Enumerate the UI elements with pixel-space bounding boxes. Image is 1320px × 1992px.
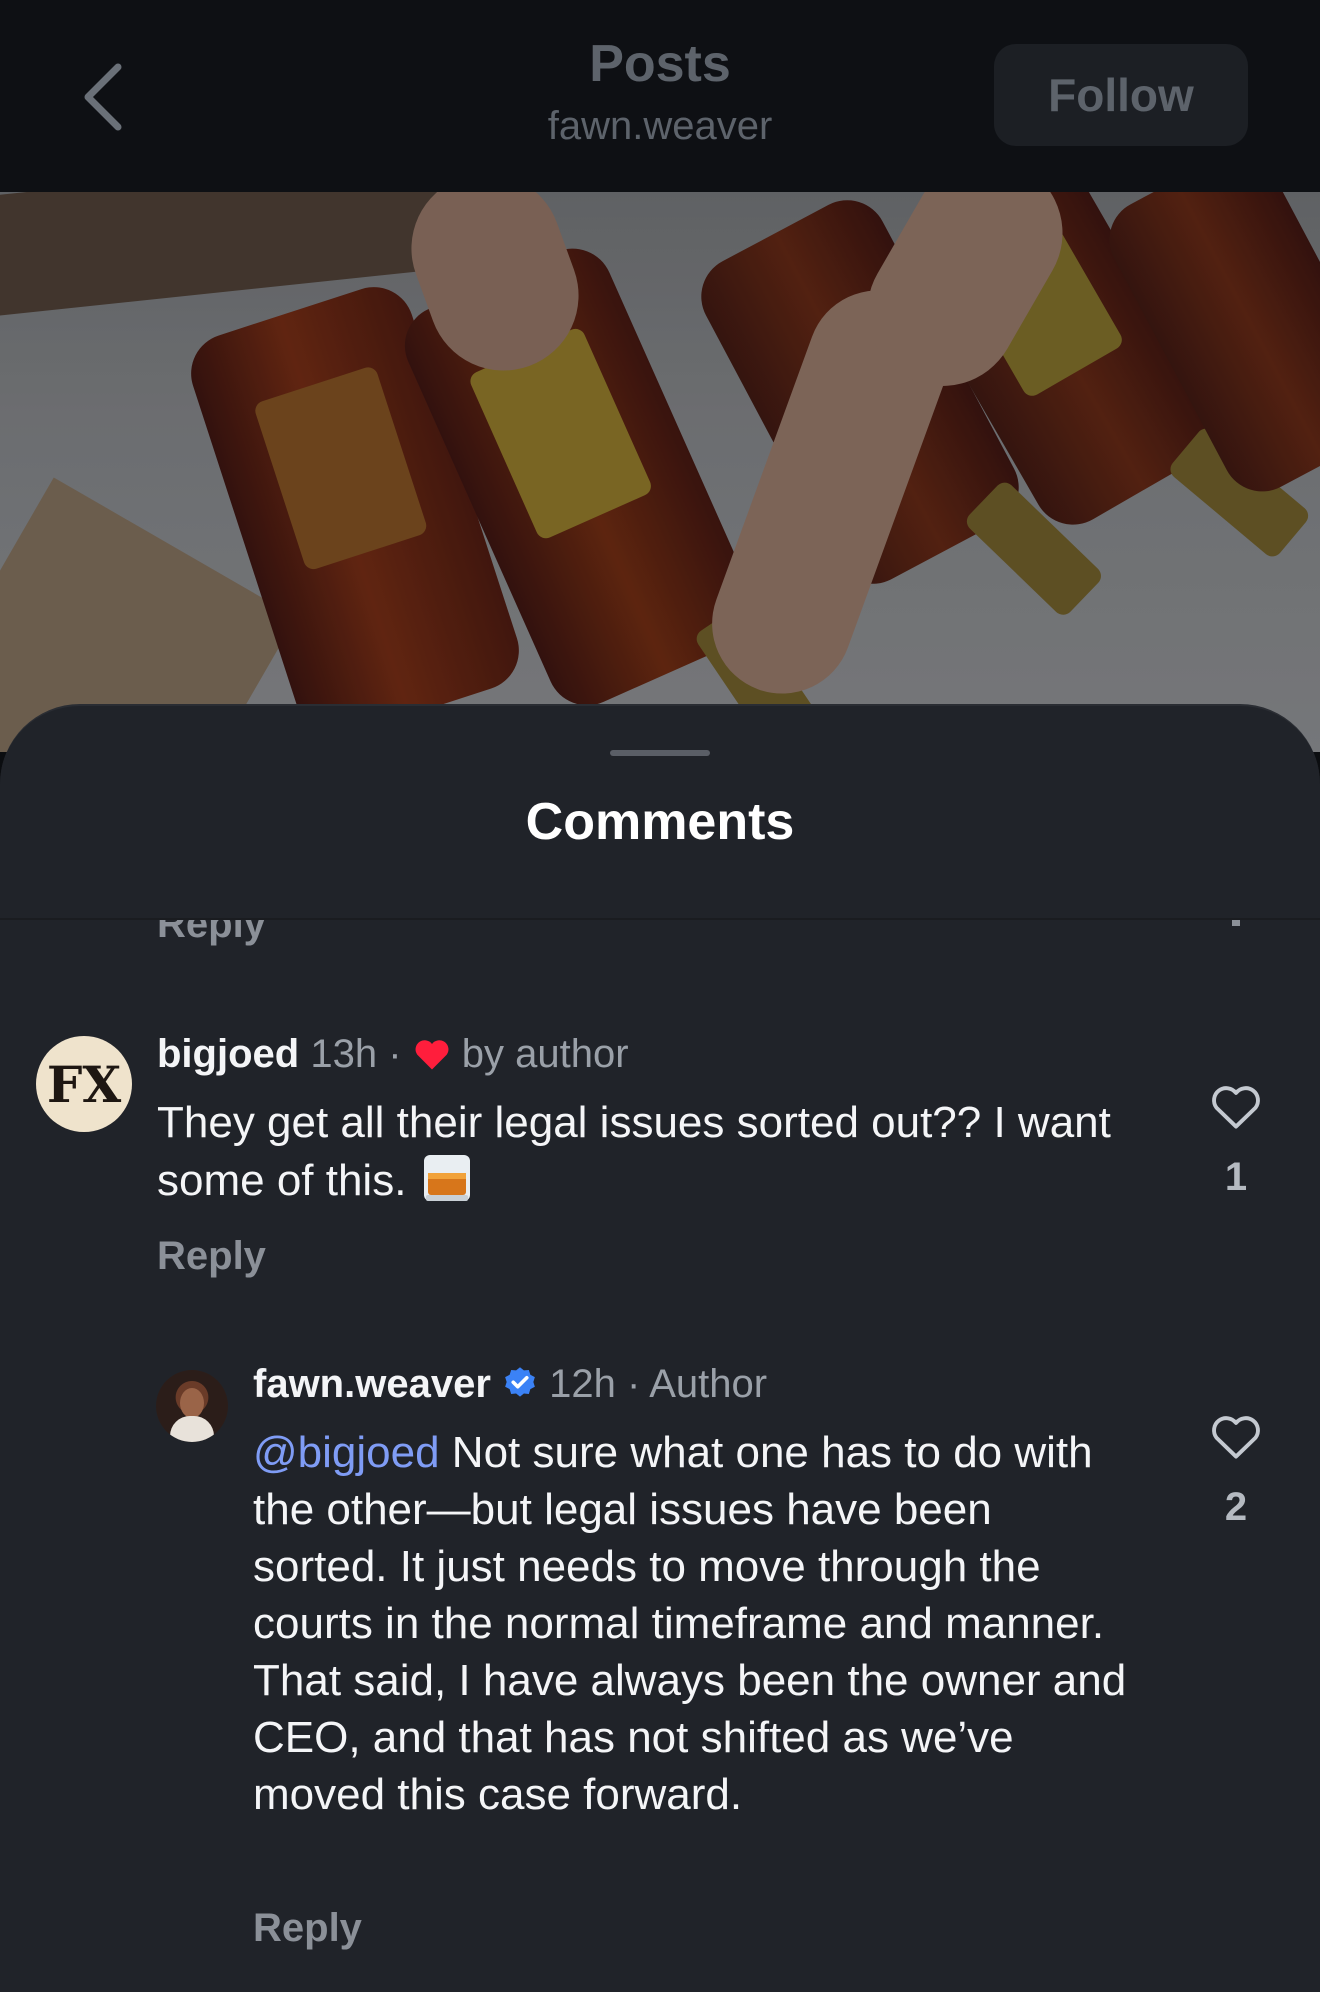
screen: Posts fawn.weaver Follow Comments Reply … [0, 0, 1320, 1992]
mention-link[interactable]: @bigjoed [253, 1428, 440, 1477]
comment-text-body: They get all their legal issues sorted o… [157, 1098, 1111, 1205]
avatar-initials: FX [46, 1054, 122, 1114]
tumbler-glass-emoji-icon [424, 1155, 471, 1201]
follow-button[interactable]: Follow [994, 44, 1248, 146]
avatar[interactable] [156, 1370, 228, 1442]
sheet-drag-handle[interactable] [610, 750, 710, 756]
heart-outline-icon[interactable] [1210, 1412, 1262, 1460]
heart-filled-icon [415, 1040, 449, 1070]
sheet-title: Comments [525, 793, 795, 851]
author-badge-label: Author [649, 1362, 768, 1406]
comment-text-body: Not sure what one has to do with the oth… [253, 1428, 1127, 1819]
comment-username[interactable]: fawn.weaver [253, 1362, 491, 1406]
like-count: 1 [1224, 1155, 1248, 1199]
comment-meta: bigjoed 13h · by author [157, 1032, 629, 1077]
reply-button[interactable]: Reply [157, 1234, 266, 1279]
comment-meta: fawn.weaver 12h · Author [253, 1362, 767, 1407]
like-column: 2 [1196, 1412, 1276, 1530]
comment-timestamp: 12h [549, 1362, 616, 1406]
meta-separator: · [388, 1032, 402, 1076]
avatar[interactable]: FX [36, 1036, 132, 1132]
like-count: 2 [1224, 1485, 1248, 1529]
comment-text: @bigjoed Not sure what one has to do wit… [253, 1424, 1133, 1823]
verified-badge-icon [505, 1367, 535, 1397]
reply-button[interactable]: Reply [253, 1906, 362, 1951]
comments-sheet: Comments Reply FX bigjoed 13h · by autho… [0, 704, 1320, 1992]
liked-by-author-label: by author [461, 1032, 629, 1076]
heart-outline-icon[interactable] [1210, 1082, 1262, 1130]
comment-text: They get all their legal issues sorted o… [157, 1094, 1157, 1209]
meta-separator: · [627, 1362, 641, 1406]
top-nav-bar: Posts fawn.weaver Follow [0, 0, 1320, 192]
comment-timestamp: 13h [310, 1032, 378, 1076]
comment-username[interactable]: bigjoed [157, 1032, 299, 1076]
like-column: 1 [1196, 1082, 1276, 1200]
post-photo[interactable] [0, 192, 1320, 752]
